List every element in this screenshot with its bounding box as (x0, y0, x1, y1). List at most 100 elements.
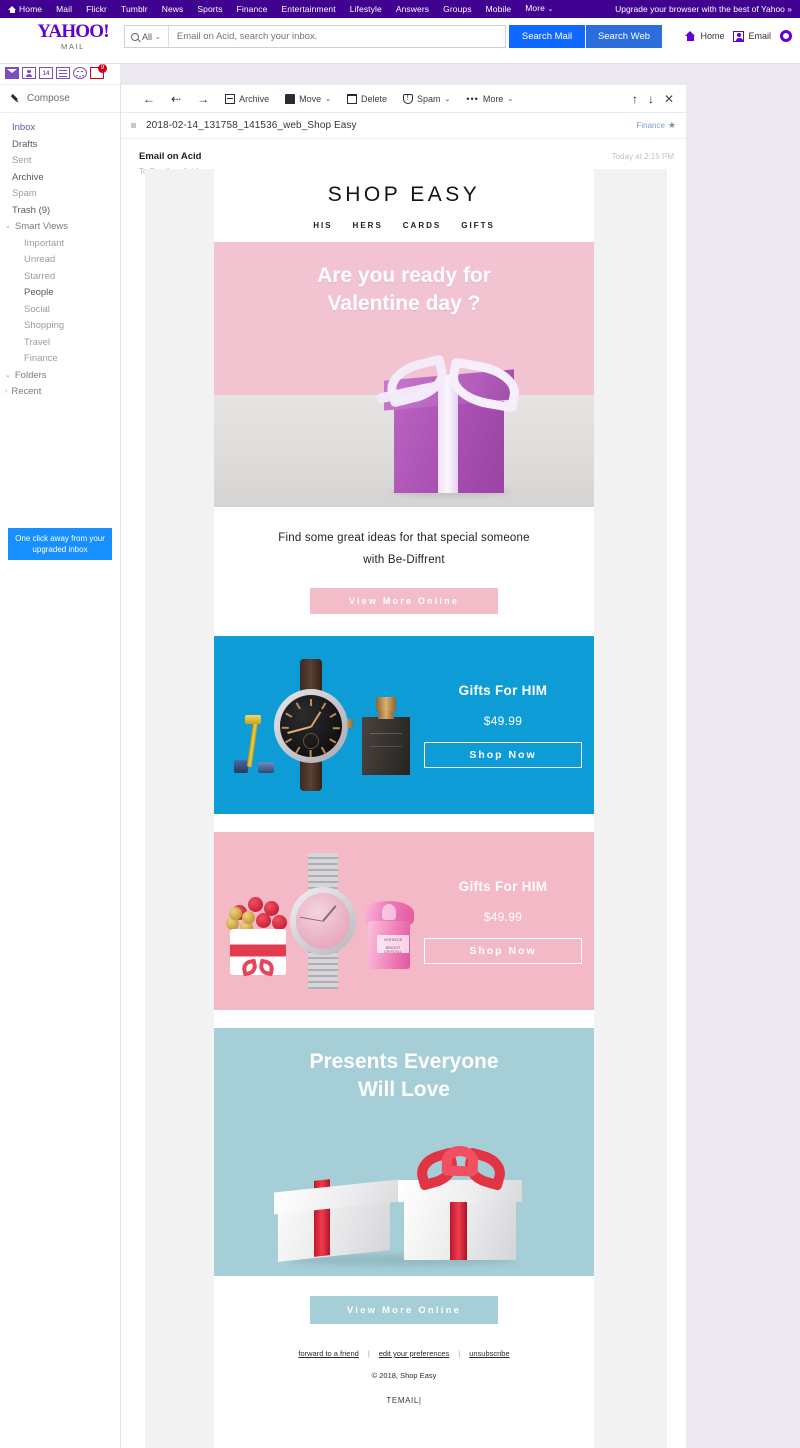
sidebar-item-starred[interactable]: Starred (0, 269, 120, 286)
back-button[interactable]: ← (135, 85, 163, 113)
topnav-item-home[interactable]: Home (6, 0, 49, 18)
move-up-button[interactable]: ↑ (632, 92, 638, 106)
sidebar-group-recent[interactable]: › Recent (0, 384, 120, 401)
topnav-item-news[interactable]: News (155, 0, 191, 18)
spacer (214, 614, 594, 636)
sidebar-item-inbox[interactable]: Inbox (0, 120, 120, 137)
topnav-item-groups[interactable]: Groups (436, 0, 478, 18)
unread-marker-icon[interactable] (131, 123, 136, 128)
spam-button[interactable]: Spam ⌄ (395, 85, 458, 113)
pink-band-heading: Gifts For HIM (458, 878, 548, 894)
mail-wordmark: MAIL (61, 42, 85, 51)
yahoo-mail-logo[interactable]: YAHOO! MAIL (28, 22, 118, 52)
header-email-link[interactable]: Email (733, 30, 771, 42)
email-brand-header: SHOP EASY HIS HERS CARDS GIFTS (214, 169, 594, 242)
folder-icon (285, 93, 296, 104)
tag-label[interactable]: Finance (636, 121, 664, 130)
sidebar-item-spam[interactable]: Spam (0, 186, 120, 203)
sidebar-item-important[interactable]: Important (0, 236, 120, 253)
search-web-button[interactable]: Search Web (586, 25, 662, 48)
sidebar-item-people[interactable]: People (0, 285, 120, 302)
archive-icon (225, 93, 236, 104)
hero-line-1: Are you ready for (317, 264, 491, 287)
shop-now-blue-button[interactable]: Shop Now (424, 741, 582, 768)
sidebar-item-social[interactable]: Social (0, 302, 120, 319)
home-icon (685, 31, 696, 41)
move-down-button[interactable]: ↓ (648, 92, 654, 106)
header-home-link[interactable]: Home (685, 31, 724, 41)
hero-heading: Are you ready for Valentine day ? (214, 262, 594, 318)
more-button[interactable]: ••• More ⌄ (458, 85, 521, 113)
news-icon[interactable]: 9 (90, 64, 107, 79)
header-right-actions: Home Email (685, 30, 792, 42)
topnav-item-answers[interactable]: Answers (389, 0, 436, 18)
chevron-down-icon: ⌄ (325, 95, 331, 103)
reading-pane: ← ⇠ → Archive Move ⌄ Delete ! Spam ⌄ •••… (120, 64, 800, 1448)
sidebar-item-travel[interactable]: Travel (0, 335, 120, 352)
email-nav-gifts[interactable]: GIFTS (461, 221, 495, 230)
topnav-item-finance[interactable]: Finance (230, 0, 275, 18)
email-nav-his[interactable]: HIS (313, 221, 332, 230)
sidebar-item-unread[interactable]: Unread (0, 252, 120, 269)
topnav-item-more[interactable]: More ⌄ (518, 0, 560, 18)
close-icon[interactable]: ✕ (664, 92, 674, 106)
search-scope-selector[interactable]: All ⌄ (125, 26, 169, 47)
chevron-down-icon: ⌄ (507, 95, 514, 103)
topnav-item-sports[interactable]: Sports (190, 0, 229, 18)
search-scope-label: All (142, 31, 153, 42)
sidebar-item-sent[interactable]: Sent (0, 153, 120, 170)
archive-button[interactable]: Archive (217, 85, 277, 113)
next-message-button[interactable]: → (189, 85, 217, 113)
topnav-item-mobile[interactable]: Mobile (479, 0, 519, 18)
sidebar-item-finance[interactable]: Finance (0, 351, 120, 368)
spam-label: Spam (416, 93, 441, 104)
view-more-online-bottom-button[interactable]: View More Online (310, 1296, 498, 1324)
topnav-item-tumblr[interactable]: Tumblr (114, 0, 155, 18)
upgrade-inbox-promo[interactable]: One click away from your upgraded inbox (8, 528, 112, 560)
sidebar-item-trash[interactable]: Trash (9) (0, 203, 120, 220)
edit-preferences-link[interactable]: edit your preferences (379, 1349, 449, 1358)
topnav-item-lifestyle[interactable]: Lifestyle (343, 0, 389, 18)
home-icon (8, 5, 16, 13)
perfume-variant-text: BRIGHT CRYSTAL (384, 945, 402, 955)
calendar-icon[interactable]: 14 (39, 67, 53, 79)
topnav-more-label: More (525, 3, 546, 13)
chevron-down-icon: ⌄ (444, 95, 451, 103)
email-nav-hers[interactable]: HERS (353, 221, 383, 230)
notepad-icon[interactable] (56, 67, 70, 79)
smiley-icon[interactable] (73, 67, 87, 79)
compose-button[interactable]: Compose (0, 84, 120, 113)
message-view: ← ⇠ → Archive Move ⌄ Delete ! Spam ⌄ •••… (120, 85, 686, 1448)
previous-message-button[interactable]: ⇠ (163, 85, 189, 113)
womens-watch-image (290, 853, 356, 989)
unsubscribe-link[interactable]: unsubscribe (469, 1349, 509, 1358)
yahoo-mail-window: Home Mail Flickr Tumblr News Sports Fina… (0, 0, 800, 1448)
sidebar-item-archive[interactable]: Archive (0, 170, 120, 187)
sidebar-group-label: Folders (14, 369, 47, 381)
delete-button[interactable]: Delete (339, 85, 395, 113)
sidebar-group-smart-views[interactable]: ⌄ Smart Views (0, 219, 120, 236)
search-input[interactable] (168, 31, 505, 42)
star-icon[interactable]: ★ (668, 120, 676, 131)
gear-icon[interactable] (780, 30, 792, 42)
forward-to-friend-link[interactable]: forward to a friend (298, 1349, 358, 1358)
email-nav-cards[interactable]: CARDS (403, 221, 441, 230)
move-button[interactable]: Move ⌄ (277, 85, 339, 113)
topnav-item-mail[interactable]: Mail (49, 0, 79, 18)
sidebar-item-shopping[interactable]: Shopping (0, 318, 120, 335)
topnav-item-entertainment[interactable]: Entertainment (275, 0, 343, 18)
sidebar-group-folders[interactable]: ⌄ Folders (0, 368, 120, 385)
pane-background (686, 85, 800, 1448)
search-mail-button[interactable]: Search Mail (509, 25, 585, 48)
contacts-icon[interactable] (22, 67, 36, 79)
topnav-item-flickr[interactable]: Flickr (79, 0, 114, 18)
mail-icon[interactable] (5, 67, 19, 79)
view-more-online-top-button[interactable]: View More Online (310, 588, 498, 614)
pencil-icon (8, 91, 22, 105)
sidebar-group-label: Recent (11, 386, 42, 397)
topnav-upgrade-link[interactable]: Upgrade your browser with the best of Ya… (615, 0, 800, 18)
intro-text: Find some great ideas for that special s… (236, 527, 572, 571)
hero-banner: Are you ready for Valentine day ? (214, 242, 594, 507)
sidebar-item-drafts[interactable]: Drafts (0, 137, 120, 154)
shop-now-pink-button[interactable]: Shop Now (424, 937, 582, 964)
